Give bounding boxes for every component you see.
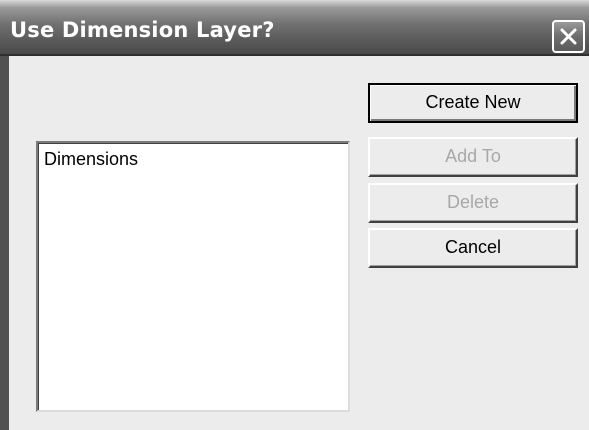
title-bar[interactable]: Use Dimension Layer? bbox=[0, 0, 589, 56]
window-frame-left bbox=[0, 56, 9, 430]
close-icon bbox=[560, 28, 577, 45]
add-to-button[interactable]: Add To bbox=[368, 137, 578, 177]
cancel-button[interactable]: Cancel bbox=[368, 228, 578, 268]
close-button[interactable] bbox=[552, 20, 585, 53]
create-new-button[interactable]: Create New bbox=[368, 83, 578, 123]
layer-list-item[interactable]: Dimensions bbox=[44, 149, 138, 170]
dialog-window: Use Dimension Layer? Dimensions Create N… bbox=[0, 0, 589, 430]
dialog-title: Use Dimension Layer? bbox=[10, 18, 275, 42]
layer-listbox[interactable]: Dimensions bbox=[36, 141, 350, 412]
delete-button[interactable]: Delete bbox=[368, 183, 578, 223]
